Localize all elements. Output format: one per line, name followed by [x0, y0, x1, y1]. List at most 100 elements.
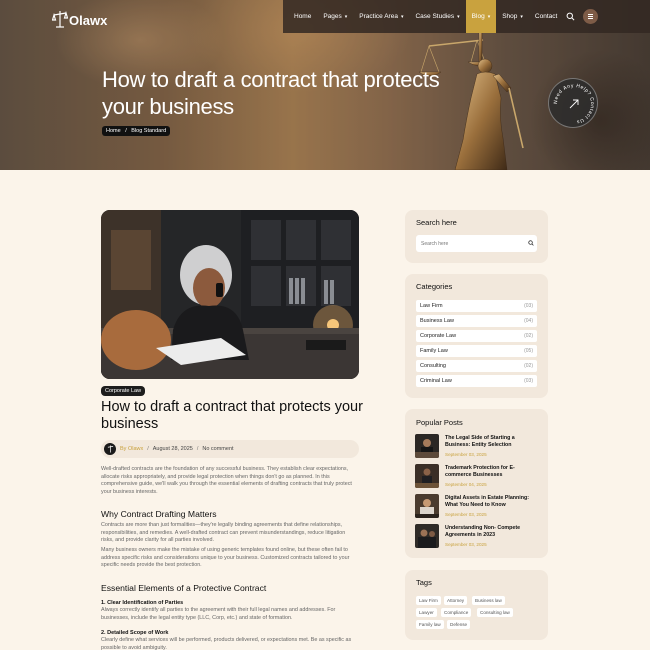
tags-widget: Tags Law Firm Attorney Business law Lawy…: [405, 570, 548, 640]
tag-item[interactable]: Law Firm: [416, 596, 441, 605]
category-item[interactable]: Criminal Law (03): [416, 375, 537, 387]
category-name: Consulting: [420, 363, 446, 369]
category-count: (03): [524, 303, 533, 309]
breadcrumb-link[interactable]: Home / Blog Standard: [102, 126, 171, 136]
post-category-badge[interactable]: Corporate Law: [101, 386, 146, 396]
nav-home-label: Home: [294, 13, 312, 20]
chevron-down-icon: ▾: [344, 13, 348, 20]
nav-case-studies-label: Case Studies: [415, 13, 455, 20]
woman-on-phone-photo: [101, 210, 359, 379]
post-meta: By Olawx / August 28, 2025 / No comment: [101, 440, 359, 458]
author-avatar: [104, 443, 116, 455]
tag-item[interactable]: Defense: [447, 620, 471, 629]
breadcrumb-current-label: Blog Standard: [131, 128, 167, 134]
popular-post-item[interactable]: Understanding Non- Compete Agreements in…: [415, 524, 540, 548]
nav-blog-label: Blog: [471, 13, 485, 20]
list-item-heading: 1. Clear Identification of Parties: [101, 600, 184, 606]
post-comments[interactable]: No comment: [202, 446, 233, 452]
popular-post-thumbnail: [415, 464, 439, 488]
section-paragraph: Many business owners make the mistake of…: [101, 547, 350, 569]
popular-post-item[interactable]: The Legal Side of Starting a Business: E…: [415, 434, 540, 458]
nav-blog[interactable]: Blog ▾: [465, 0, 497, 33]
tag-item[interactable]: Family law: [416, 620, 444, 629]
nav-shop[interactable]: Shop ▾: [496, 0, 529, 33]
popular-post-item[interactable]: Trademark Protection for E-commerce Busi…: [415, 464, 540, 488]
widget-title: Popular Posts: [416, 418, 463, 427]
widget-title: Search here: [416, 218, 457, 227]
scales-logo-icon: [107, 445, 113, 453]
nav-pages-label: Pages: [323, 13, 342, 20]
nav-practice-area[interactable]: Practice Area ▾: [353, 0, 409, 33]
tag-item[interactable]: Lawyer: [416, 608, 437, 617]
meta-separator: /: [147, 446, 149, 452]
post-date: August 28, 2025: [152, 446, 193, 452]
popular-post-title: The Legal Side of Starting a Business: E…: [445, 435, 515, 448]
nav-home[interactable]: Home: [288, 0, 317, 33]
arrow-up-right-icon: [569, 99, 579, 109]
post-author[interactable]: By Olawx: [120, 446, 143, 452]
category-item[interactable]: Law Firm (03): [416, 300, 537, 312]
search-icon[interactable]: [566, 12, 575, 21]
main-nav: Home Pages ▾ Practice Area ▾ Case Studies ▾…: [283, 0, 650, 33]
category-item[interactable]: Family Law (05): [416, 345, 537, 357]
circular-badge-text: Need Any Help? Contact Us: [553, 83, 595, 125]
popular-posts-widget: Popular Posts The Legal Side of Starting…: [405, 409, 548, 558]
post-title: How to draft a contract that protects yo…: [101, 399, 363, 432]
chevron-down-icon: ▾: [520, 13, 523, 20]
category-count: (05): [524, 348, 533, 354]
scales-logo-icon: [52, 10, 68, 28]
category-count: (02): [524, 363, 533, 369]
category-count: (02): [524, 333, 533, 339]
popular-post-thumbnail: [415, 524, 439, 548]
meta-separator: /: [196, 446, 199, 452]
category-item[interactable]: Business Law (04): [416, 315, 537, 327]
hamburger-icon[interactable]: [583, 9, 598, 24]
category-item[interactable]: Corporate Law (02): [416, 330, 537, 342]
nav-practice-area-label: Practice Area: [359, 13, 398, 20]
section-heading: Essential Elements of a Protective Contr…: [101, 583, 267, 593]
tag-item[interactable]: Attorney: [444, 596, 468, 605]
category-item[interactable]: Consulting (02): [416, 360, 537, 372]
page-title: How to draft a contract that protects yo…: [102, 67, 440, 119]
breadcrumb: Home / Blog Standard: [102, 126, 171, 136]
popular-post-title: Digital Assets in Estate Planning: What …: [445, 495, 529, 508]
search-icon[interactable]: [528, 240, 534, 246]
popular-post-title: Understanding Non- Compete Agreements in…: [445, 525, 521, 538]
popular-post-date: September 04, 2025: [445, 482, 487, 487]
popular-post-date: September 03, 2025: [445, 452, 487, 457]
popular-post-item[interactable]: Digital Assets in Estate Planning: What …: [415, 494, 540, 518]
list-item-text: Always correctly identify all parties to…: [101, 607, 336, 621]
section-paragraph: Contracts are more than just formalities…: [101, 522, 346, 544]
chevron-down-icon: ▾: [487, 13, 491, 20]
popular-post-date: September 03, 2025: [445, 542, 487, 547]
widget-title: Categories: [416, 282, 453, 291]
nav-case-studies[interactable]: Case Studies ▾: [409, 0, 465, 33]
category-name: Family Law: [420, 348, 448, 354]
categories-widget: Categories Law Firm (03) Business Law (04)…: [405, 274, 548, 398]
popular-post-thumbnail: [415, 434, 439, 458]
post-intro: Well-drafted contracts are the foundatio…: [101, 466, 352, 496]
category-name: Business Law: [420, 318, 454, 324]
category-name: Law Firm: [420, 303, 443, 309]
list-item-text: Clearly define what services will be per…: [101, 637, 352, 650]
tag-item[interactable]: Business law: [472, 596, 505, 605]
breadcrumb-separator: /: [125, 128, 127, 134]
search-input[interactable]: [416, 235, 537, 252]
contact-badge[interactable]: Need Any Help? Contact Us: [548, 78, 598, 128]
breadcrumb-home-label: Home: [106, 128, 121, 134]
post-featured-image: [101, 210, 359, 379]
nav-shop-label: Shop: [502, 13, 518, 20]
nav-contact-label: Contact: [534, 13, 558, 20]
tag-item[interactable]: Consulting law: [477, 608, 513, 617]
nav-contact[interactable]: Contact: [529, 0, 563, 33]
nav-pages[interactable]: Pages ▾: [317, 0, 353, 33]
section-heading: Why Contract Drafting Matters: [101, 509, 217, 519]
tag-item[interactable]: Compliance: [441, 608, 472, 617]
brand-logo[interactable]: Olawx: [52, 10, 107, 28]
popular-post-date: September 03, 2025: [445, 512, 487, 517]
category-count: (03): [524, 378, 533, 384]
category-name: Criminal Law: [420, 378, 452, 384]
popular-post-title: Trademark Protection for E-commerce Busi…: [445, 465, 515, 478]
brand-name: Olawx: [69, 13, 108, 28]
category-count: (04): [524, 318, 533, 324]
